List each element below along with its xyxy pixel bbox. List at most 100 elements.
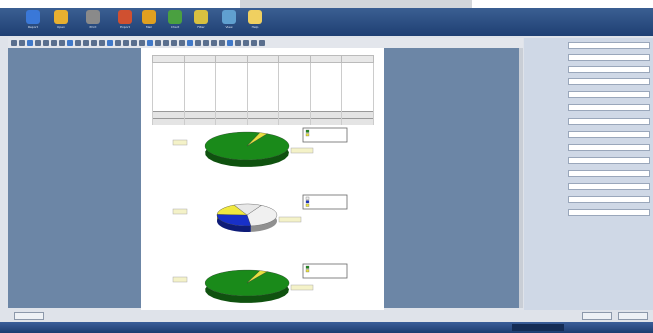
preview-tool-icon[interactable] (251, 40, 257, 46)
table-cell (309, 118, 343, 125)
toolbar-button-5[interactable]: Chart (164, 10, 186, 36)
preview-tool-icon[interactable] (155, 40, 161, 46)
export-icon (118, 10, 132, 24)
property-value-field[interactable] (568, 118, 650, 125)
preview-tool-icon[interactable] (107, 40, 113, 46)
taskbar-item[interactable] (72, 324, 124, 331)
property-value-field[interactable] (568, 54, 650, 61)
vertical-scrollbar[interactable] (519, 48, 523, 308)
preview-tool-icon[interactable] (75, 40, 81, 46)
pie-1-legend (302, 194, 348, 210)
property-value-field[interactable] (568, 66, 650, 73)
property-value-field[interactable] (568, 209, 650, 216)
property-value-field[interactable] (568, 183, 650, 190)
property-value-field[interactable] (568, 196, 650, 203)
toolbar-button-6[interactable]: Filter (190, 10, 212, 36)
preview-tool-icon[interactable] (131, 40, 137, 46)
preview-tool-icon[interactable] (11, 40, 17, 46)
preview-tool-icon[interactable] (19, 40, 25, 46)
taskbar-item[interactable] (370, 324, 422, 331)
column-header (278, 55, 311, 63)
status-left-button[interactable] (14, 312, 44, 320)
preview-tool-icon[interactable] (99, 40, 105, 46)
pie-2-legend-swatch-1 (305, 269, 310, 273)
preview-tool-icon[interactable] (123, 40, 129, 46)
preview-tool-icon[interactable] (179, 40, 185, 46)
property-value-field[interactable] (568, 170, 650, 177)
taskbar-item[interactable] (8, 324, 60, 331)
column-header (152, 55, 185, 63)
property-label (527, 132, 565, 137)
preview-tool-icon[interactable] (59, 40, 65, 46)
taskbar-item[interactable] (130, 324, 182, 331)
property-value-field[interactable] (568, 157, 650, 164)
toolbar-button-8[interactable]: Help (244, 10, 266, 36)
property-label (527, 79, 565, 84)
preview-tool-icon[interactable] (243, 40, 249, 46)
property-value-field[interactable] (568, 131, 650, 138)
property-value-field[interactable] (568, 78, 650, 85)
preview-tool-icon[interactable] (171, 40, 177, 46)
status-button-2[interactable] (618, 312, 648, 320)
preview-tool-icon[interactable] (91, 40, 97, 46)
taskbar-item[interactable] (190, 324, 242, 331)
preview-tool-icon[interactable] (211, 40, 217, 46)
property-value-field[interactable] (568, 91, 650, 98)
toolbar-button-label: Report (28, 25, 38, 29)
toolbar-button-label: Help (251, 25, 259, 29)
pie-0-legend-swatch-1 (305, 133, 310, 137)
property-value-field[interactable] (568, 144, 650, 151)
preview-tool-icon[interactable] (139, 40, 145, 46)
taskbar-item[interactable] (580, 324, 632, 331)
toolbar-button-2[interactable]: Print (82, 10, 104, 36)
properties-panel (524, 38, 653, 310)
toolbar-button-label: Chart (170, 25, 180, 29)
toolbar-button-4[interactable]: Mail (138, 10, 160, 36)
pie-1-legend-swatch-2 (305, 203, 310, 207)
preview-tool-icon[interactable] (35, 40, 41, 46)
preview-tool-icon[interactable] (235, 40, 241, 46)
property-label (527, 184, 565, 189)
property-row (527, 183, 650, 191)
toolbar-button-7[interactable]: View (218, 10, 240, 36)
preview-tool-icon[interactable] (43, 40, 49, 46)
preview-tool-icon[interactable] (51, 40, 57, 46)
preview-tool-icon[interactable] (147, 40, 153, 46)
toolbar-button-3[interactable]: Export (114, 10, 136, 36)
property-value-field[interactable] (568, 42, 650, 49)
toolbar-button-1[interactable]: Open (50, 10, 72, 36)
preview-tool-icon[interactable] (227, 40, 233, 46)
taskbar-item[interactable] (430, 324, 482, 331)
taskbar-item[interactable] (512, 324, 564, 331)
pie-chart-2 (172, 194, 348, 232)
property-row (527, 104, 650, 112)
preview-tool-icon[interactable] (83, 40, 89, 46)
toolbar-button-0[interactable]: Report (22, 10, 44, 36)
preview-tool-icon[interactable] (219, 40, 225, 46)
column-header (341, 55, 374, 63)
pie-2-legend-swatch-0 (305, 265, 310, 269)
filter-icon (194, 10, 208, 24)
property-row (527, 118, 650, 126)
table-cell (309, 111, 343, 119)
preview-tool-icon[interactable] (187, 40, 193, 46)
pie-0-callout-left (172, 139, 188, 146)
preview-tool-icon[interactable] (27, 40, 33, 46)
taskbar-item[interactable] (310, 324, 362, 331)
taskbar-item[interactable] (250, 324, 302, 331)
property-row (527, 91, 650, 99)
property-value-field[interactable] (568, 104, 650, 111)
preview-tool-icon[interactable] (259, 40, 265, 46)
taskbar (0, 322, 653, 333)
status-button-1[interactable] (582, 312, 612, 320)
preview-tool-icon[interactable] (115, 40, 121, 46)
preview-tool-icon[interactable] (67, 40, 73, 46)
preview-tool-icon[interactable] (195, 40, 201, 46)
property-label (527, 92, 565, 97)
chart-icon (168, 10, 182, 24)
property-row (527, 54, 650, 62)
preview-tool-icon[interactable] (163, 40, 169, 46)
toolbar-button-label: Open (56, 25, 65, 29)
preview-tool-icon[interactable] (203, 40, 209, 46)
top-strip (0, 0, 653, 8)
